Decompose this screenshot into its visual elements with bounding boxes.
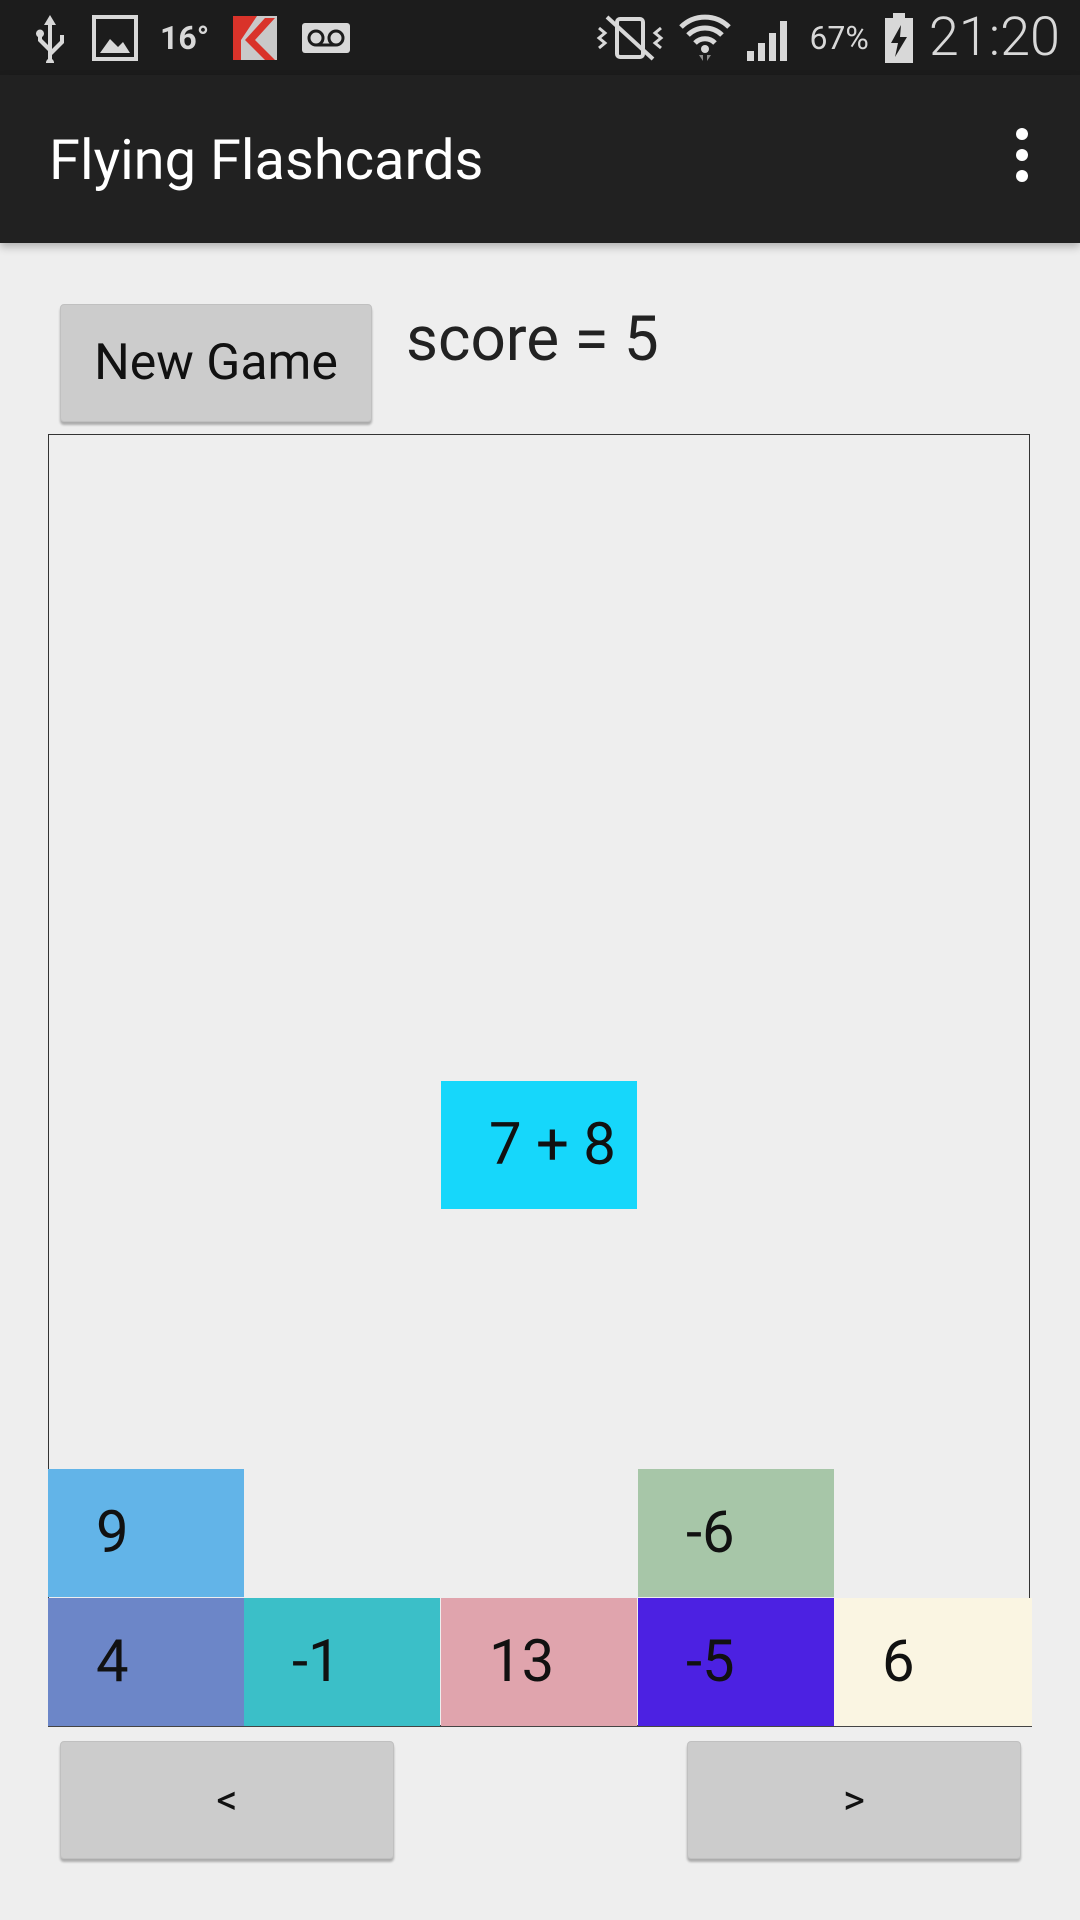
vibrate-icon: [595, 13, 665, 63]
action-bar: Flying Flashcards: [0, 75, 1080, 243]
voicemail-icon: [301, 22, 351, 54]
move-left-button[interactable]: <: [60, 1741, 394, 1859]
battery-percent-text: 67%: [809, 18, 869, 57]
answer-card: 13: [441, 1598, 637, 1726]
new-game-button[interactable]: New Game: [60, 304, 372, 422]
image-icon: [92, 14, 138, 61]
app-title: Flying Flashcards: [49, 127, 484, 193]
clock-text: 21:20: [928, 6, 1060, 69]
kaspersky-icon: [231, 14, 279, 62]
move-right-button[interactable]: >: [687, 1741, 1021, 1859]
answer-card: 6: [834, 1598, 1032, 1726]
score-text: score = 5: [406, 303, 659, 376]
wifi-icon: [679, 11, 732, 65]
battery-charging-icon: [883, 11, 915, 65]
answer-card: -5: [638, 1598, 834, 1726]
status-bar: 16° 67% 21:20: [0, 0, 1080, 75]
answer-card: 4: [48, 1598, 244, 1726]
temperature-text: 16°: [160, 18, 210, 57]
answer-card: -1: [244, 1598, 440, 1726]
answer-card: 9: [48, 1469, 244, 1597]
usb-icon: [30, 13, 70, 63]
signal-icon: [745, 13, 795, 63]
falling-question-card[interactable]: 7 + 8: [441, 1081, 637, 1209]
overflow-menu-icon[interactable]: [992, 125, 1052, 185]
answer-card: -6: [638, 1469, 834, 1597]
